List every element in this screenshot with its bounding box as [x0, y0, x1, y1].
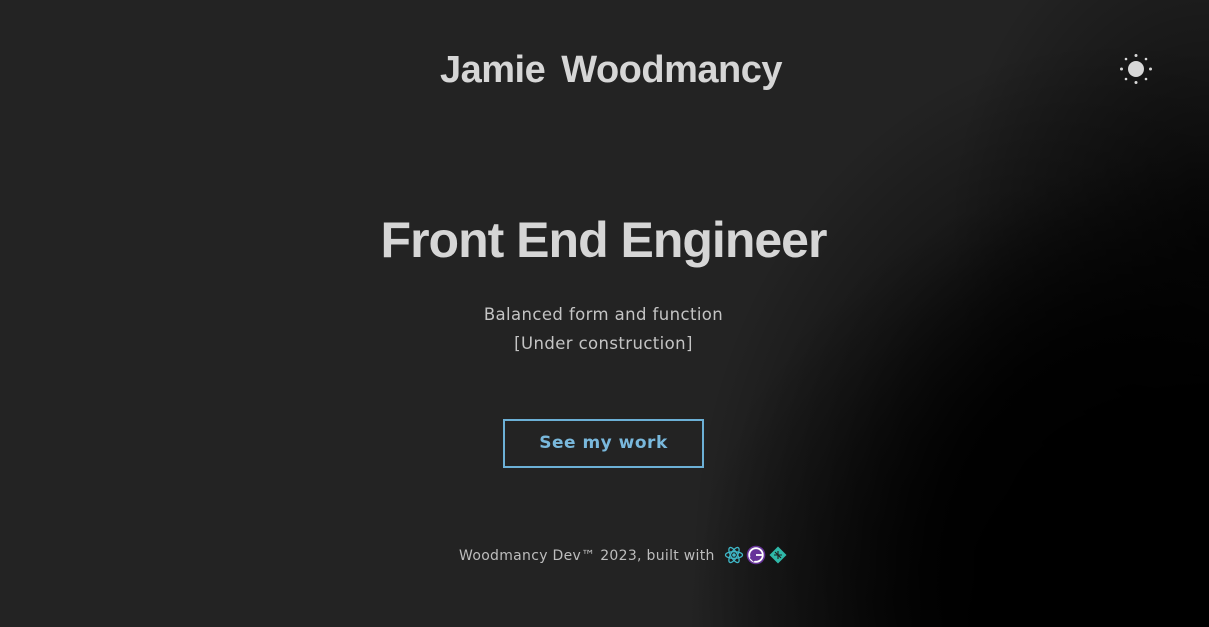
tech-icons: [724, 545, 788, 565]
tagline: Balanced form and function: [483, 305, 724, 324]
site-title[interactable]: Jamie Woodmancy: [0, 44, 1209, 96]
sun-icon: [1120, 54, 1152, 84]
footer: Woodmancy Dev™ 2023, built with: [459, 540, 788, 570]
see-my-work-button[interactable]: See my work: [503, 419, 704, 468]
construction-note: [Under construction]: [514, 334, 693, 353]
theme-toggle-button[interactable]: [1116, 50, 1156, 88]
react-icon[interactable]: [724, 545, 744, 565]
netlify-icon[interactable]: [768, 545, 788, 565]
footer-text: Woodmancy Dev™ 2023, built with: [459, 548, 715, 564]
gatsby-icon[interactable]: [746, 545, 766, 565]
hero-title: Front End Engineer: [380, 212, 828, 268]
